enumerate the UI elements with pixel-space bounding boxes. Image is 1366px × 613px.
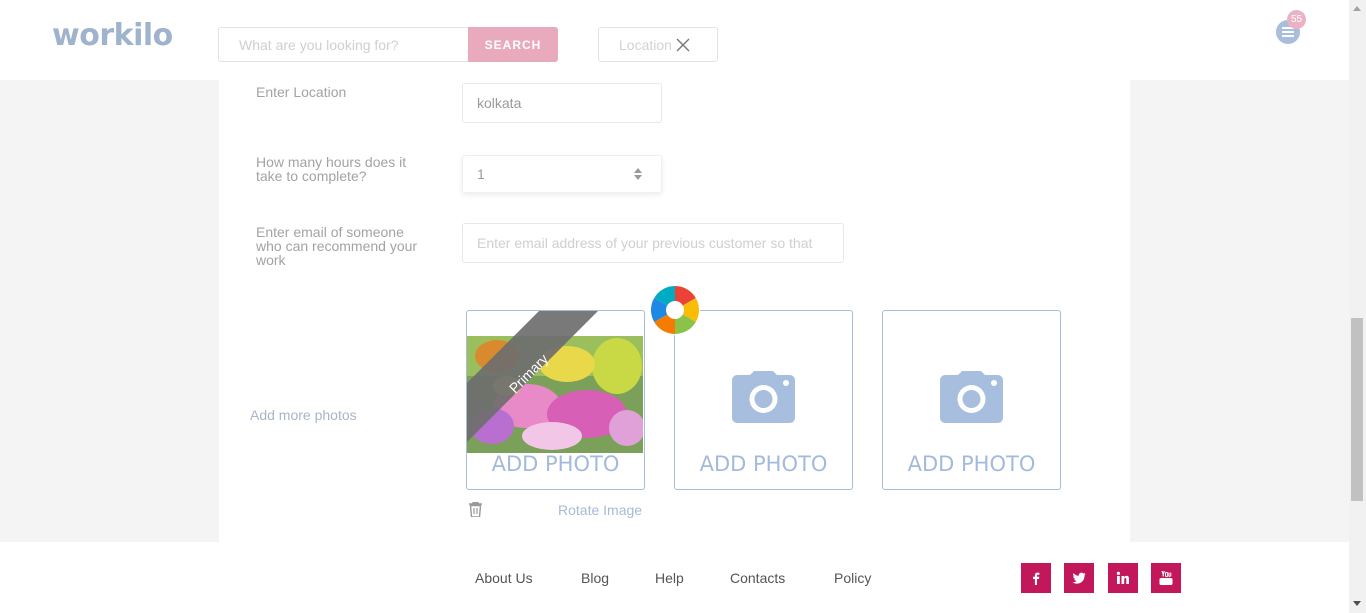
youtube-button[interactable] xyxy=(1151,563,1181,593)
email-label-line-2: who can recommend your xyxy=(256,238,418,254)
hours-label-line-2: take to complete? xyxy=(256,168,367,184)
footer-link-about-us[interactable]: About Us xyxy=(475,570,533,586)
footer-link-blog[interactable]: Blog xyxy=(581,570,609,586)
twitter-button[interactable] xyxy=(1064,563,1094,593)
search-button[interactable]: SEARCH xyxy=(468,27,558,62)
footer-link-help[interactable]: Help xyxy=(655,570,684,586)
add-photo-label: ADD PHOTO xyxy=(699,452,828,476)
facebook-button[interactable] xyxy=(1021,563,1051,593)
notification-badge: 55 xyxy=(1287,10,1306,29)
scroll-down-arrow-icon[interactable] xyxy=(1353,601,1361,606)
facebook-icon xyxy=(1033,572,1040,585)
camera-icon xyxy=(940,371,1003,423)
primary-ribbon: Primary xyxy=(467,311,598,442)
footer-link-policy[interactable]: Policy xyxy=(834,570,871,586)
add-photo-label: ADD PHOTO xyxy=(907,452,1036,476)
youtube-icon xyxy=(1159,571,1173,585)
twitter-icon xyxy=(1072,572,1086,584)
camera-icon xyxy=(732,371,795,423)
rotate-image-link[interactable]: Rotate Image xyxy=(558,502,642,518)
vertical-scrollbar[interactable] xyxy=(1349,0,1366,613)
hours-field[interactable] xyxy=(462,155,662,193)
scroll-up-arrow-icon[interactable] xyxy=(1353,6,1361,11)
scrollbar-thumb[interactable] xyxy=(1351,318,1363,501)
photo-slot-2[interactable]: ADD PHOTO xyxy=(674,310,853,490)
photo-slot-primary[interactable]: ADD PHOTO Primary xyxy=(466,310,645,490)
hours-label-line-1: How many hours does it xyxy=(256,154,407,170)
location-input[interactable] xyxy=(619,37,677,53)
linkedin-button[interactable] xyxy=(1108,563,1138,593)
email-label-line-1: Enter email of someone xyxy=(256,224,404,240)
add-photos-label: Add more photos xyxy=(250,407,357,423)
workilo-logo[interactable]: workilo xyxy=(52,18,173,53)
search-input[interactable] xyxy=(218,27,468,62)
location-label: Enter Location xyxy=(256,84,347,100)
recommender-email-field[interactable] xyxy=(462,223,844,263)
photo-slot-3[interactable]: ADD PHOTO xyxy=(882,310,1061,490)
footer-link-contacts[interactable]: Contacts xyxy=(730,570,785,586)
close-icon[interactable] xyxy=(675,37,691,53)
email-label-line-3: work xyxy=(256,252,286,268)
trash-icon[interactable] xyxy=(469,502,482,517)
stepper-arrows-icon[interactable] xyxy=(633,167,643,181)
loading-spinner-icon xyxy=(650,285,700,335)
location-filter xyxy=(598,27,718,62)
location-field[interactable] xyxy=(462,83,662,123)
linkedin-icon xyxy=(1116,571,1129,584)
